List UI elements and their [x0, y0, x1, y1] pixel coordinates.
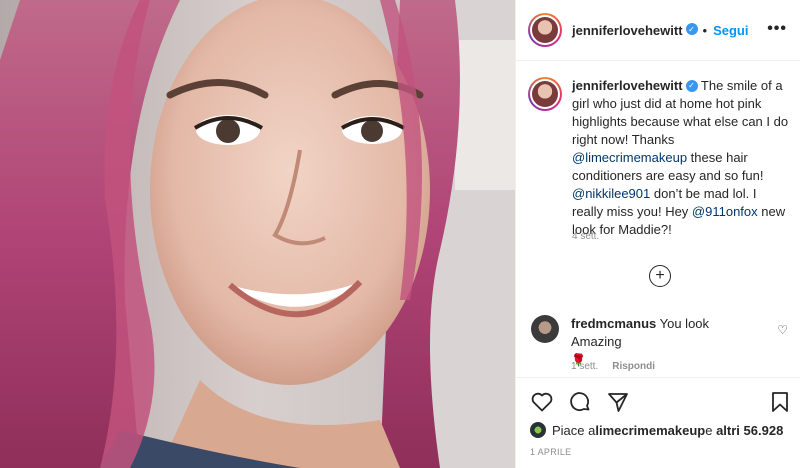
commenter-username[interactable]: fredmcmanus [571, 316, 656, 331]
reply-button[interactable]: Rispondi [612, 361, 655, 372]
bookmark-icon[interactable] [768, 390, 792, 414]
comments-section: jenniferlovehewitt ✓ The smile of a girl … [516, 61, 800, 377]
comment-item: fredmcmanus You look Amazing 🌹 ♡ 1 sett.… [528, 315, 790, 372]
likes-prefix: Piace a [552, 422, 596, 438]
caption-username[interactable]: jenniferlovehewitt [572, 78, 683, 93]
selfie-image [0, 0, 515, 468]
verified-badge-icon: ✓ [685, 79, 698, 92]
post-caption: jenniferlovehewitt ✓ The smile of a girl … [528, 77, 790, 242]
verified-badge-icon: ✓ [685, 23, 698, 35]
like-comment-heart-icon[interactable]: ♡ [777, 323, 788, 337]
follow-button[interactable]: Segui [713, 23, 748, 38]
commenter-avatar[interactable] [531, 315, 559, 343]
instagram-post: jenniferlovehewitt ✓ • Segui ••• jennife… [0, 0, 800, 468]
action-icons [530, 390, 792, 414]
likes-summary: Piace a limecrimemakeup e altri 56.928 [530, 422, 783, 438]
comment-meta: 1 sett. Rispondi [571, 361, 655, 372]
caption-text: jenniferlovehewitt ✓ The smile of a girl … [572, 77, 790, 239]
likes-user[interactable]: limecrimemakeup [595, 423, 705, 438]
more-options-icon[interactable]: ••• [767, 21, 787, 37]
mention-limecrimemakeup[interactable]: @limecrimemakeup [572, 150, 687, 165]
comment-icon[interactable] [568, 390, 592, 414]
avatar-image [532, 81, 558, 107]
likes-middle: e [705, 422, 713, 438]
post-header: jenniferlovehewitt ✓ • Segui ••• [516, 0, 800, 61]
plus-circle-icon: + [655, 267, 665, 284]
avatar-image [532, 17, 558, 43]
comment-timestamp[interactable]: 1 sett. [571, 361, 598, 372]
load-more-comments-button[interactable]: + [649, 265, 671, 287]
liker-avatar[interactable] [530, 422, 546, 438]
separator-dot: • [702, 22, 708, 38]
caption-timestamp[interactable]: 4 sett. [572, 231, 599, 242]
post-photo[interactable] [0, 0, 515, 468]
caption-avatar[interactable] [528, 77, 562, 111]
author-username[interactable]: jenniferlovehewitt [572, 23, 683, 38]
mention-nikkilee901[interactable]: @nikkilee901 [572, 186, 650, 201]
post-date[interactable]: 1 APRILE [530, 447, 571, 457]
share-icon[interactable] [606, 390, 630, 414]
heart-icon[interactable] [530, 390, 554, 414]
action-bar: Piace a limecrimemakeup e altri 56.928 1… [516, 377, 800, 468]
likes-others[interactable]: altri 56.928 [716, 423, 783, 438]
author-avatar[interactable] [528, 13, 562, 47]
side-panel: jenniferlovehewitt ✓ • Segui ••• jennife… [515, 0, 800, 468]
mention-911onfox[interactable]: @911onfox [692, 204, 758, 219]
